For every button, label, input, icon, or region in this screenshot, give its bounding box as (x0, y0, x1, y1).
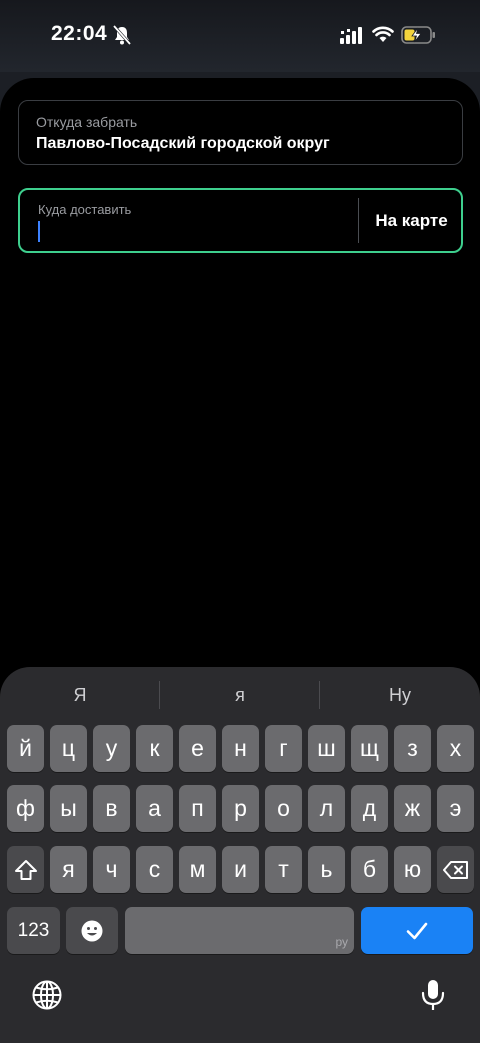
text-caret (38, 221, 40, 242)
numbers-key[interactable]: 123 (7, 907, 60, 954)
key-22[interactable]: э (437, 785, 474, 832)
key-10[interactable]: з (394, 725, 431, 772)
pickup-value: Павлово-Посадский городской округ (36, 135, 330, 152)
checkmark-icon (405, 921, 429, 941)
key-6[interactable]: н (222, 725, 259, 772)
map-divider (358, 198, 359, 243)
keyboard: Я я Ну й ц у к е н г ш щ з х ф ы в а п р… (0, 667, 480, 1043)
key-23[interactable]: я (50, 846, 87, 893)
key-29[interactable]: ь (308, 846, 345, 893)
key-12[interactable]: ф (7, 785, 44, 832)
suggestion-3[interactable]: Ну (320, 681, 480, 709)
emoji-key[interactable] (66, 907, 118, 954)
key-5[interactable]: е (179, 725, 216, 772)
key-16[interactable]: п (179, 785, 216, 832)
key-8[interactable]: ш (308, 725, 345, 772)
done-key[interactable] (361, 907, 473, 954)
key-24[interactable]: ч (93, 846, 130, 893)
key-30[interactable]: б (351, 846, 388, 893)
key-28[interactable]: т (265, 846, 302, 893)
battery-charging-icon (401, 25, 437, 45)
key-17[interactable]: р (222, 785, 259, 832)
key-25[interactable]: с (136, 846, 173, 893)
key-18[interactable]: о (265, 785, 302, 832)
space-key[interactable]: ру (125, 907, 354, 954)
key-19[interactable]: л (308, 785, 345, 832)
key-13[interactable]: ы (50, 785, 87, 832)
suggestion-1[interactable]: Я (0, 681, 160, 709)
shift-icon (14, 859, 38, 881)
key-7[interactable]: г (265, 725, 302, 772)
key-4[interactable]: к (136, 725, 173, 772)
space-language-label: ру (335, 935, 348, 949)
key-21[interactable]: ж (394, 785, 431, 832)
suggestion-2[interactable]: я (160, 681, 320, 709)
key-1[interactable]: й (7, 725, 44, 772)
signal-icon (340, 27, 364, 45)
key-11[interactable]: х (437, 725, 474, 772)
key-27[interactable]: и (222, 846, 259, 893)
key-15[interactable]: а (136, 785, 173, 832)
key-14[interactable]: в (93, 785, 130, 832)
key-20[interactable]: д (351, 785, 388, 832)
backspace-key[interactable] (437, 846, 474, 893)
shift-key[interactable] (7, 846, 44, 893)
key-2[interactable]: ц (50, 725, 87, 772)
destination-label: Куда доставить (38, 202, 132, 217)
pickup-label: Откуда забрать (36, 114, 138, 130)
pickup-field[interactable]: Откуда забрать Павлово-Посадский городск… (18, 100, 463, 165)
microphone-icon[interactable] (415, 977, 451, 1013)
key-26[interactable]: м (179, 846, 216, 893)
key-3[interactable]: у (93, 725, 130, 772)
status-bar: 22:04 (0, 0, 480, 72)
key-31[interactable]: ю (394, 846, 431, 893)
wifi-icon (372, 25, 394, 43)
emoji-icon (80, 919, 104, 943)
on-map-button[interactable]: На карте (360, 190, 463, 251)
destination-field[interactable]: Куда доставить На карте (18, 188, 463, 253)
status-time: 22:04 (51, 22, 108, 45)
globe-icon[interactable] (29, 977, 65, 1013)
bell-slash-icon (112, 25, 132, 45)
backspace-icon (442, 860, 469, 880)
key-9[interactable]: щ (351, 725, 388, 772)
